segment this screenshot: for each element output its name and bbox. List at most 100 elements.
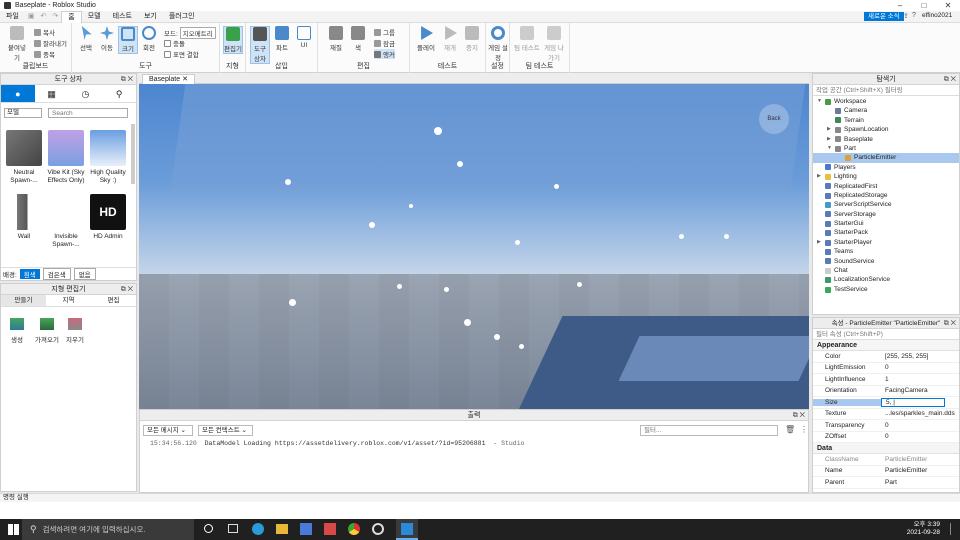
tab-edit[interactable]: 편집 xyxy=(91,295,136,306)
join-surfaces-toggle[interactable]: 표면 결합 xyxy=(164,49,199,59)
generate-tool[interactable]: 생성 xyxy=(7,318,27,344)
explorer-item[interactable]: StarterGui xyxy=(813,219,959,228)
anchor-button[interactable]: 앵커 xyxy=(374,49,395,59)
chevron-right-icon[interactable]: ▶ xyxy=(817,172,821,181)
property-row[interactable]: Size 5, | xyxy=(813,397,959,409)
property-row[interactable]: LightEmission 0 xyxy=(813,363,959,374)
chevron-down-icon[interactable]: ▼ xyxy=(827,144,832,153)
windows-start-icon[interactable] xyxy=(8,524,19,535)
explorer-item[interactable]: Camera xyxy=(813,106,959,115)
rotate-button[interactable]: 회전 xyxy=(139,26,159,52)
panel-controls[interactable]: ⧉ ✕ xyxy=(944,318,956,329)
group-button[interactable]: 그룹 xyxy=(374,27,395,37)
panel-controls[interactable]: ⧉ ✕ xyxy=(793,410,805,421)
explorer-item[interactable]: ▶ SpawnLocation xyxy=(813,125,959,134)
roblox-studio-taskbar-button[interactable] xyxy=(396,519,418,540)
property-row[interactable]: LightInfluence 1 xyxy=(813,374,959,386)
chevron-right-icon[interactable]: ▶ xyxy=(817,238,821,247)
back-button[interactable]: Back xyxy=(759,104,789,134)
username[interactable]: effino2021 xyxy=(922,12,952,19)
cortana-icon[interactable] xyxy=(204,524,213,533)
office-icon[interactable] xyxy=(324,523,336,535)
bg-none-option[interactable]: 없음 xyxy=(73,268,96,280)
menu-plugins[interactable]: 플러그인 xyxy=(163,11,201,23)
paste-button[interactable]: 붙여넣기 xyxy=(6,26,28,62)
explorer-item[interactable]: ServerStorage xyxy=(813,210,959,219)
bg-black-option[interactable]: 검은색 xyxy=(42,268,71,280)
property-row[interactable]: ZOffset 0 xyxy=(813,432,959,443)
property-row[interactable]: ClassName ParticleEmitter xyxy=(813,454,959,466)
edge-icon[interactable] xyxy=(252,523,264,535)
property-section-header[interactable]: Appearance xyxy=(813,340,959,351)
part-button[interactable]: 파트 xyxy=(272,26,292,52)
play-button[interactable]: 플레이 xyxy=(416,26,436,52)
chevron-right-icon[interactable]: ▶ xyxy=(827,135,831,144)
inventory-tab[interactable]: ▦ xyxy=(35,85,69,102)
share-icon[interactable]: ⇪ xyxy=(903,12,909,20)
tab-region[interactable]: 지역 xyxy=(46,295,91,306)
menu-view[interactable]: 보기 xyxy=(138,11,163,23)
output-filter-input[interactable] xyxy=(640,425,778,436)
property-row[interactable]: Parent Part xyxy=(813,477,959,489)
properties-filter-input[interactable] xyxy=(813,329,959,340)
property-row[interactable]: Transparency 0 xyxy=(813,420,959,432)
property-section-header[interactable]: Data xyxy=(813,443,959,454)
toolbox-item[interactable]: Invisible Spawn-... xyxy=(45,194,87,249)
redo-icon[interactable]: ↷ xyxy=(49,11,61,23)
maximize-button[interactable]: □ xyxy=(912,0,936,11)
3d-viewport[interactable]: Back xyxy=(139,84,809,409)
spawn-location[interactable] xyxy=(618,336,809,381)
explorer-item[interactable]: ▶ Lighting xyxy=(813,172,959,181)
close-button[interactable]: ✕ xyxy=(936,0,960,11)
menu-test[interactable]: 테스트 xyxy=(107,11,138,23)
explorer-item[interactable]: ▼ Part xyxy=(813,144,959,153)
resume-button[interactable]: 재개 xyxy=(440,26,460,52)
tab-create[interactable]: 만들기 xyxy=(1,295,46,306)
explorer-item[interactable]: StarterPack xyxy=(813,228,959,237)
game-settings-button[interactable]: 게임 설정 xyxy=(488,26,508,62)
toolbox-item[interactable]: Vibe Kit (Sky Effects Only) xyxy=(45,130,87,185)
mode-value[interactable]: 지오메트리 xyxy=(179,27,216,39)
toolbox-item[interactable]: HD HD Admin xyxy=(87,194,129,241)
store-icon[interactable] xyxy=(300,523,312,535)
message-filter-dropdown[interactable]: 모든 메시지 ⌄ xyxy=(143,425,193,436)
panel-controls[interactable]: ⧉ ✕ xyxy=(944,74,956,85)
explorer-filter-input[interactable] xyxy=(813,85,959,96)
chevron-down-icon[interactable]: ▼ xyxy=(817,97,822,106)
ui-button[interactable]: UI xyxy=(294,26,314,49)
terrain-editor-button[interactable]: 편집기 xyxy=(223,26,243,54)
minimize-button[interactable]: – xyxy=(888,0,912,11)
command-bar[interactable]: 명령 실행 xyxy=(0,493,960,502)
news-button[interactable]: 새로운 소식 xyxy=(864,12,904,21)
clear-tool[interactable]: 지우기 xyxy=(65,318,85,344)
team-test-button[interactable]: 팀 테스트 xyxy=(514,26,540,52)
recent-tab[interactable]: ◷ xyxy=(69,85,103,102)
explorer-item[interactable]: ReplicatedFirst xyxy=(813,182,959,191)
explorer-item[interactable]: LocalizationService xyxy=(813,275,959,284)
move-button[interactable]: 이동 xyxy=(97,26,117,52)
menu-model[interactable]: 모델 xyxy=(82,11,107,23)
property-row[interactable]: Color [255, 255, 255] xyxy=(813,351,959,363)
help-icon[interactable]: ? xyxy=(912,12,916,19)
toolbox-item[interactable]: Wall xyxy=(3,194,45,241)
bg-white-option[interactable]: 흰색 xyxy=(19,269,40,279)
explorer-item[interactable]: ParticleEmitter xyxy=(813,153,959,163)
explorer-item[interactable]: Terrain xyxy=(813,116,959,125)
category-dropdown[interactable]: 모델 xyxy=(4,108,42,118)
property-value-input[interactable]: 5, | xyxy=(881,397,945,407)
marketplace-tab[interactable]: ● xyxy=(1,85,35,102)
property-row[interactable]: Orientation FacingCamera xyxy=(813,386,959,397)
toolbox-button[interactable]: 도구 상자 xyxy=(250,26,270,64)
undo-icon[interactable]: ↶ xyxy=(38,11,50,23)
taskbar-search[interactable]: ⚲ 검색하려면 여기에 입력하십시오. xyxy=(22,519,194,540)
property-row[interactable]: Texture ...les/sparkles_main.dds xyxy=(813,409,959,420)
task-view-icon[interactable] xyxy=(228,524,238,533)
baseplate-tab[interactable]: Baseplate ✕ xyxy=(142,74,195,84)
explorer-item[interactable]: SoundService xyxy=(813,257,959,266)
explorer-item[interactable]: ▶ StarterPlayer xyxy=(813,238,959,247)
creations-tab[interactable]: ⚲ xyxy=(102,85,136,102)
property-row[interactable]: Name ParticleEmitter xyxy=(813,466,959,477)
stop-button[interactable]: 중지 xyxy=(462,26,482,52)
transparent-part[interactable] xyxy=(169,84,809,194)
toolbox-item[interactable]: High Quality Sky :) xyxy=(87,130,129,185)
